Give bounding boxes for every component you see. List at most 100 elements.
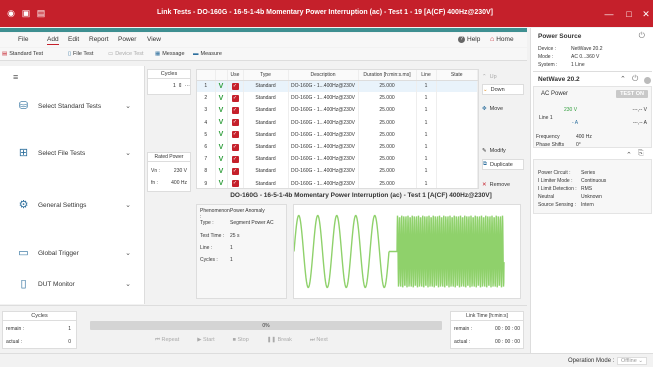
stop-button[interactable]: ■ Stop: [233, 337, 249, 343]
duration-cell: 25.000: [358, 80, 417, 93]
use-checkbox[interactable]: ✓: [227, 128, 244, 141]
checkbox-icon: ✓: [231, 167, 239, 175]
file-test-button[interactable]: ▯ File Test: [68, 51, 93, 57]
enabled-mark: V: [215, 153, 228, 166]
table-row[interactable]: 6 V ✓ Standard DO-160G - 1...400Hz@230V 25.00…: [197, 140, 478, 154]
gear-icon: ⚙: [18, 198, 29, 211]
type-cell: Standard: [243, 116, 289, 129]
line-cell: 1: [416, 128, 437, 141]
operation-mode-label: Operation Mode :: [568, 358, 615, 364]
message-button[interactable]: ▦ Message: [155, 51, 185, 57]
menu-add[interactable]: Add: [47, 36, 59, 45]
sidebar-item-label: General Settings: [38, 201, 87, 209]
remain-key: remain :: [6, 326, 25, 332]
table-row[interactable]: 5 V ✓ Standard DO-160G - 1...400Hz@230V 25.00…: [197, 128, 478, 141]
run-cycles-header: Cycles: [3, 312, 76, 321]
check-v-icon: V: [218, 119, 224, 127]
phase-value: 0°: [576, 142, 581, 148]
run-cycles-box: Cycles remain : 1 actual : 0: [2, 311, 77, 349]
standard-test-button[interactable]: ▤ Standard Test: [2, 51, 43, 57]
ac-power-label: AC Power: [541, 91, 569, 97]
menu-power[interactable]: Power: [118, 36, 136, 43]
help-label: Help: [467, 36, 481, 43]
type-cell: Standard: [243, 128, 289, 141]
table-row[interactable]: 4 V ✓ Standard DO-160G - 1...400Hz@230V 25.00…: [197, 116, 478, 129]
use-checkbox[interactable]: ✓: [227, 116, 244, 129]
move-icon: ✥: [482, 105, 487, 112]
table-row[interactable]: 8 V ✓ Standard DO-160G - 1...400Hz@230V 25.00…: [197, 165, 478, 178]
check-v-icon: V: [218, 180, 224, 188]
repeat-button[interactable]: ⏮ Repeat: [155, 337, 179, 344]
window-icon[interactable]: ▤: [36, 8, 46, 18]
use-checkbox[interactable]: ✓: [227, 92, 244, 105]
move-button[interactable]: ✥ Move: [482, 103, 524, 114]
measure-button[interactable]: ▬ Measure: [193, 51, 222, 57]
sidebar-item-general-settings[interactable]: ⚙ General Settings ⌄: [17, 198, 137, 212]
current-setpoint[interactable]: - A: [572, 120, 578, 126]
next-button[interactable]: ⏭ Next: [310, 337, 328, 344]
menu-view[interactable]: View: [147, 36, 161, 43]
power-icon[interactable]: ⏻: [632, 74, 638, 84]
home-icon: ⌂: [490, 36, 495, 43]
checkbox-icon: ✓: [231, 180, 239, 188]
use-checkbox[interactable]: ✓: [227, 80, 244, 93]
duplicate-button[interactable]: ⧉ Duplicate: [482, 159, 524, 170]
use-checkbox[interactable]: ✓: [227, 153, 244, 166]
description-cell: DO-160G - 1...400Hz@230V: [288, 165, 359, 178]
operation-mode-select[interactable]: Offline ⌄: [617, 357, 647, 365]
duration-cell: 25.000: [358, 128, 417, 141]
home-button[interactable]: ⌂ Home: [490, 36, 514, 43]
chevron-down-icon: ⌄: [125, 150, 131, 157]
menu-file[interactable]: File: [18, 36, 28, 43]
help-button[interactable]: ? Help: [458, 36, 480, 43]
minimize-icon[interactable]: —: [603, 8, 615, 20]
sidebar-item-standard-tests[interactable]: ⛁ Select Standard Tests ⌄: [17, 99, 137, 113]
check-v-icon: V: [218, 106, 224, 114]
toolbar: ▤ Standard Test ▯ File Test ▭ Device Test ▦…: [0, 48, 527, 61]
maximize-icon[interactable]: □: [623, 8, 635, 20]
col-header-description: Description: [288, 70, 359, 81]
source-sensing-value: Intern: [581, 202, 594, 208]
checkbox-icon: ✓: [231, 155, 239, 163]
save-icon[interactable]: ▣: [21, 8, 31, 18]
checkbox-icon: ✓: [231, 106, 239, 114]
voltage-setpoint[interactable]: 230 V: [564, 107, 577, 113]
settings-icon[interactable]: ⎘: [638, 150, 644, 158]
remain-value: 1: [68, 326, 71, 332]
menu-edit[interactable]: Edit: [68, 36, 79, 43]
system-value: 1 Line: [571, 62, 585, 68]
measure-icon: ▬: [193, 51, 199, 57]
close-icon[interactable]: ✕: [640, 8, 652, 20]
sidebar-item-file-tests[interactable]: ⊞ Select File Tests ⌄: [17, 146, 137, 160]
table-row[interactable]: 3 V ✓ Standard DO-160G - 1...400Hz@230V 25.00…: [197, 104, 478, 117]
state-cell: [436, 80, 478, 93]
table-row[interactable]: 1 V ✓ Standard DO-160G - 1...400Hz@230V 25.00…: [197, 80, 478, 93]
modify-button[interactable]: ✎ Modify: [482, 145, 524, 156]
hamburger-icon[interactable]: ≡: [13, 72, 18, 82]
row-number: 5: [197, 128, 216, 141]
sidebar-item-dut-monitor[interactable]: ▯ DUT Monitor ⌄: [17, 277, 137, 291]
progress-bar: 0%: [90, 321, 442, 330]
sidebar-item-global-trigger[interactable]: ▭ Global Trigger ⌄: [17, 246, 137, 260]
description-cell: DO-160G - 1...400Hz@230V: [288, 80, 359, 93]
device-test-button[interactable]: ▭ Device Test: [108, 51, 144, 57]
break-button[interactable]: ❚❚ Break: [267, 337, 292, 343]
use-checkbox[interactable]: ✓: [227, 104, 244, 117]
more-icon: ···: [184, 83, 191, 89]
up-button[interactable]: ⌃ Up: [482, 71, 524, 82]
table-row[interactable]: 2 V ✓ Standard DO-160G - 1...400Hz@230V 25.00…: [197, 92, 478, 105]
move-label: Move: [489, 105, 504, 112]
chevron-up-icon[interactable]: ⌃: [620, 75, 626, 83]
use-checkbox[interactable]: ✓: [227, 140, 244, 154]
down-button[interactable]: ⌄ Down: [482, 84, 524, 95]
use-checkbox[interactable]: ✓: [227, 165, 244, 178]
chevron-up-icon[interactable]: ⌃: [626, 151, 632, 159]
plug-icon[interactable]: ⏻: [639, 31, 645, 41]
cycles-stepper[interactable]: 1 ⇕ ···: [156, 83, 190, 92]
test-on-badge[interactable]: TEST ON: [616, 90, 648, 98]
start-button[interactable]: ▶ Start: [197, 337, 214, 343]
limit-detection-key: I Limit Detection :: [538, 186, 577, 192]
table-row[interactable]: 7 V ✓ Standard DO-160G - 1...400Hz@230V 25.00…: [197, 153, 478, 166]
menu-report[interactable]: Report: [89, 36, 109, 43]
progress-label: 0%: [262, 322, 270, 329]
